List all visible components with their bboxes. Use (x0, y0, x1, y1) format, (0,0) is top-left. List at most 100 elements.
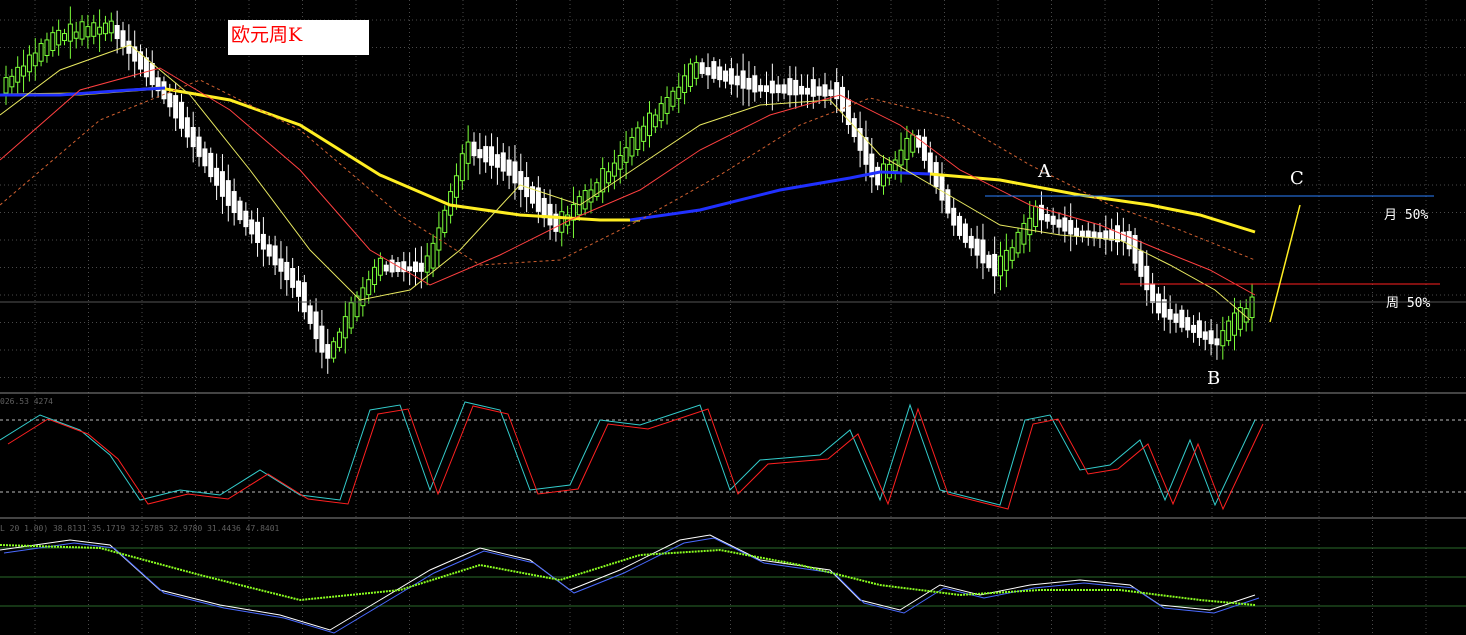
candle-body (272, 245, 278, 266)
candle-body (559, 211, 565, 233)
candle-body (635, 127, 641, 150)
candle-body (910, 134, 916, 153)
candle-body (1220, 330, 1226, 347)
candle-body (764, 85, 769, 93)
candle-body (664, 96, 670, 114)
stochastic-d-line (7, 405, 1264, 511)
candle-body (237, 200, 243, 221)
candle-body (1196, 320, 1202, 338)
candle-body (424, 255, 430, 273)
candle-body (547, 203, 553, 226)
candle-body (348, 302, 354, 329)
candle-body (974, 238, 980, 256)
candle-body (190, 127, 196, 148)
candle-body (652, 114, 658, 128)
candle-body (471, 141, 477, 157)
candle-body (1167, 309, 1173, 320)
candle-body (506, 159, 512, 176)
candle-body (1191, 324, 1197, 333)
candle-body (1144, 265, 1150, 291)
candle-body (102, 22, 108, 35)
candle-body (331, 341, 337, 359)
candle-body (319, 325, 325, 353)
candle-body (682, 75, 688, 93)
candle-body (477, 149, 483, 159)
candle-body (21, 65, 27, 77)
candle-body (1091, 231, 1097, 239)
candle-body (1056, 219, 1062, 228)
candle-body (957, 215, 963, 236)
candle-body (728, 68, 734, 85)
candle-body (723, 70, 729, 82)
candle-body (1009, 247, 1015, 261)
candle-body (617, 155, 623, 170)
candle-body (828, 89, 834, 97)
candle-body (810, 79, 816, 97)
candle-body (85, 26, 91, 38)
candle-body (1226, 320, 1232, 342)
candle-body (442, 209, 448, 234)
candle-body (278, 258, 284, 272)
candle-body (214, 167, 220, 186)
candle-body (249, 219, 255, 235)
candle-body (1214, 338, 1220, 346)
candle-body (202, 148, 208, 167)
candle-body (799, 85, 805, 95)
candle-body (980, 239, 986, 264)
candle-body (307, 305, 313, 324)
candle-body (962, 223, 968, 243)
candle-body (1044, 214, 1050, 222)
candle-body (284, 261, 290, 281)
candle-body (611, 162, 617, 177)
candle-body (518, 171, 524, 190)
candle-body (927, 152, 933, 174)
oscillator-line (3, 537, 1260, 634)
candle-body (372, 266, 378, 286)
candle-body (430, 242, 436, 269)
candle-body (91, 22, 97, 37)
candle-body (822, 84, 828, 97)
chart-canvas (0, 0, 1466, 635)
candle-body (167, 93, 173, 108)
candle-body (3, 77, 9, 94)
candle-body (266, 244, 272, 257)
candle-body (1033, 205, 1039, 228)
candle-body (904, 137, 910, 160)
candle-body (1021, 222, 1027, 245)
point-b-label: B (1207, 368, 1221, 389)
candle-body (787, 78, 793, 96)
stochastic-k-line (0, 401, 1256, 507)
candle-body (1109, 229, 1115, 241)
candle-body (881, 163, 886, 187)
candle-body (413, 261, 418, 273)
candle-body (1232, 312, 1237, 336)
candle-body (489, 146, 495, 166)
candle-body (243, 210, 249, 228)
candle-body (313, 311, 319, 340)
candle-body (196, 136, 202, 157)
candle-body (453, 175, 459, 198)
candle-body (32, 52, 38, 67)
oscillator-readout: L 20 1.00) 38.8131 35.1719 32.5785 32.97… (0, 524, 280, 533)
candle-body (951, 207, 957, 226)
candle-body (62, 33, 67, 42)
candle-body (998, 255, 1003, 277)
candle-body (758, 85, 764, 92)
candle-body (606, 171, 612, 184)
candle-body (816, 86, 822, 96)
candle-body (898, 149, 904, 166)
point-a-label: A (1038, 161, 1051, 182)
projection-line (1269, 204, 1301, 323)
candle-body (1249, 296, 1255, 319)
candle-body (1103, 230, 1109, 240)
candle-body (775, 84, 781, 94)
candle-body (711, 61, 717, 79)
candle-body (641, 125, 647, 142)
candle-body (325, 344, 331, 359)
weekly-50-label: 周 50% (1386, 296, 1431, 311)
candle-body (342, 316, 348, 339)
candle-body (126, 40, 132, 54)
candle-body (67, 23, 73, 42)
candle-body (717, 66, 723, 81)
candle-body (120, 30, 126, 47)
